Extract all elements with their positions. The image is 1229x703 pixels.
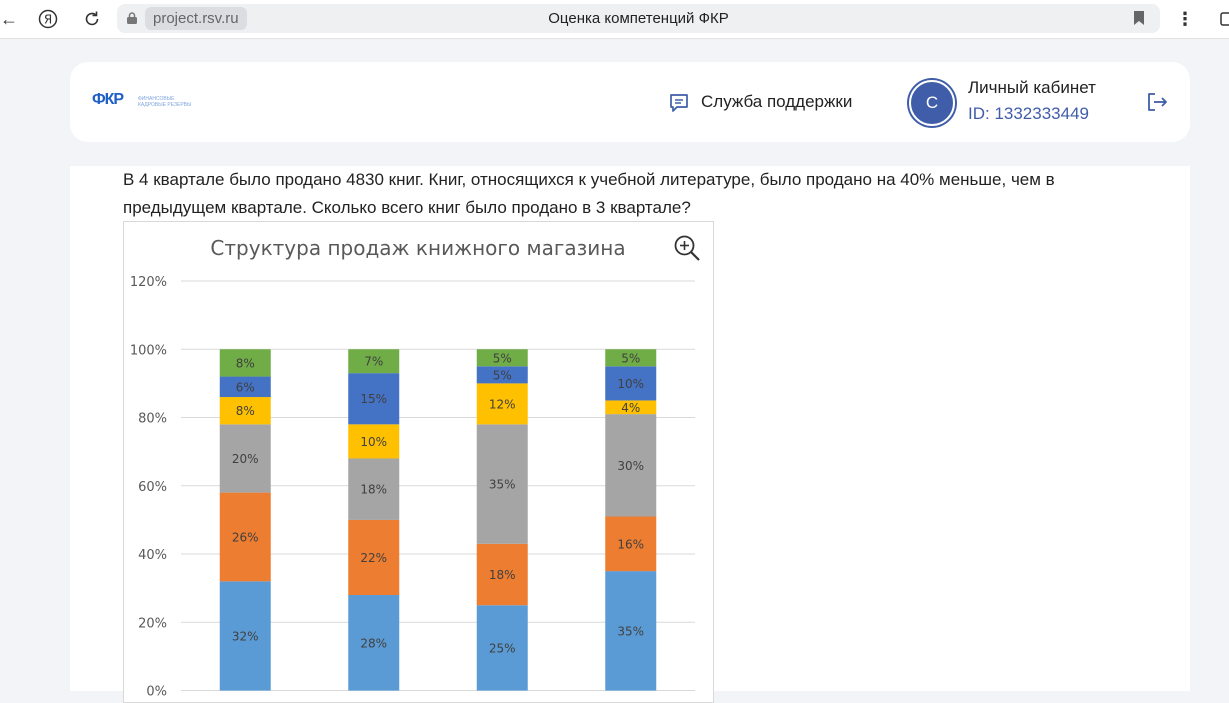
y-tick-label: 80% (138, 412, 167, 427)
support-label: Служба поддержки (701, 92, 853, 111)
logout-button[interactable] (1145, 91, 1169, 118)
avatar[interactable]: С (909, 80, 955, 126)
data-label: 18% (360, 483, 387, 497)
reload-icon[interactable] (82, 9, 102, 33)
chart-title: Структура продаж книжного магазина (210, 236, 625, 260)
data-label: 35% (489, 478, 516, 492)
data-label: 5% (493, 351, 512, 365)
extension-icon[interactable] (1219, 9, 1229, 33)
back-arrow-icon[interactable]: ← (0, 9, 18, 29)
data-label: 15% (360, 392, 387, 406)
data-label: 10% (360, 435, 387, 449)
data-label: 10% (617, 377, 644, 391)
logout-icon (1148, 93, 1167, 111)
chat-icon (670, 94, 688, 112)
y-tick-label: 40% (138, 548, 167, 563)
data-label: 16% (617, 537, 644, 551)
logo-text: ФКР (92, 91, 124, 108)
y-tick-label: 120% (130, 275, 167, 290)
question-card: В 4 квартале было продано 4830 книг. Кни… (70, 166, 1190, 703)
y-tick-label: 60% (138, 480, 167, 495)
data-label: 5% (621, 351, 640, 365)
data-label: 22% (360, 551, 387, 565)
question-text: В 4 квартале было продано 4830 книг. Кни… (123, 170, 1055, 217)
data-label: 18% (489, 568, 516, 582)
zoom-in-icon[interactable] (673, 234, 701, 262)
yandex-icon[interactable]: Я (38, 9, 58, 33)
more-menu-icon[interactable]: ⋮ (1176, 9, 1194, 29)
data-label: 8% (236, 404, 255, 418)
y-tick-label: 0% (146, 685, 167, 700)
data-label: 7% (364, 355, 383, 369)
data-label: 20% (232, 452, 259, 466)
browser-toolbar: ← Я project.rsv.ru Оценка компетенций ФК… (0, 0, 1229, 39)
data-label: 32% (232, 629, 259, 643)
svg-text:Я: Я (44, 13, 52, 27)
data-label: 12% (489, 397, 516, 411)
site-header: ФКР ФИНАНСОВЫЕ КАДРОВЫЕ РЕЗЕРВЫ Служба п… (70, 62, 1190, 142)
data-label: 5% (493, 368, 512, 382)
y-tick-label: 20% (138, 616, 167, 631)
data-label: 35% (617, 624, 644, 638)
data-label: 4% (621, 401, 640, 415)
y-tick-label: 100% (130, 343, 167, 358)
data-label: 28% (360, 636, 387, 650)
data-label: 8% (236, 356, 255, 370)
data-label: 30% (617, 459, 644, 473)
address-bar[interactable]: project.rsv.ru Оценка компетенций ФКР (117, 4, 1160, 33)
logo-subtitle: ФИНАНСОВЫЕ КАДРОВЫЕ РЕЗЕРВЫ (138, 96, 192, 108)
bookmark-icon[interactable] (1134, 11, 1144, 25)
data-label: 25% (489, 641, 516, 655)
cabinet-id: ID: 1332333449 (968, 104, 1089, 123)
stacked-bar-chart: Структура продаж книжного магазина 0% 20% 4… (130, 236, 695, 700)
fkr-logo[interactable]: ФКР ФИНАНСОВЫЕ КАДРОВЫЕ РЕЗЕРВЫ (92, 91, 191, 109)
page-title: Оценка компетенций ФКР (548, 10, 729, 27)
data-label: 6% (236, 380, 255, 394)
cabinet-title[interactable]: Личный кабинет (968, 78, 1096, 98)
chart-container: Структура продаж книжного магазина 0% 20% 4… (123, 221, 714, 703)
data-label: 26% (232, 530, 259, 544)
